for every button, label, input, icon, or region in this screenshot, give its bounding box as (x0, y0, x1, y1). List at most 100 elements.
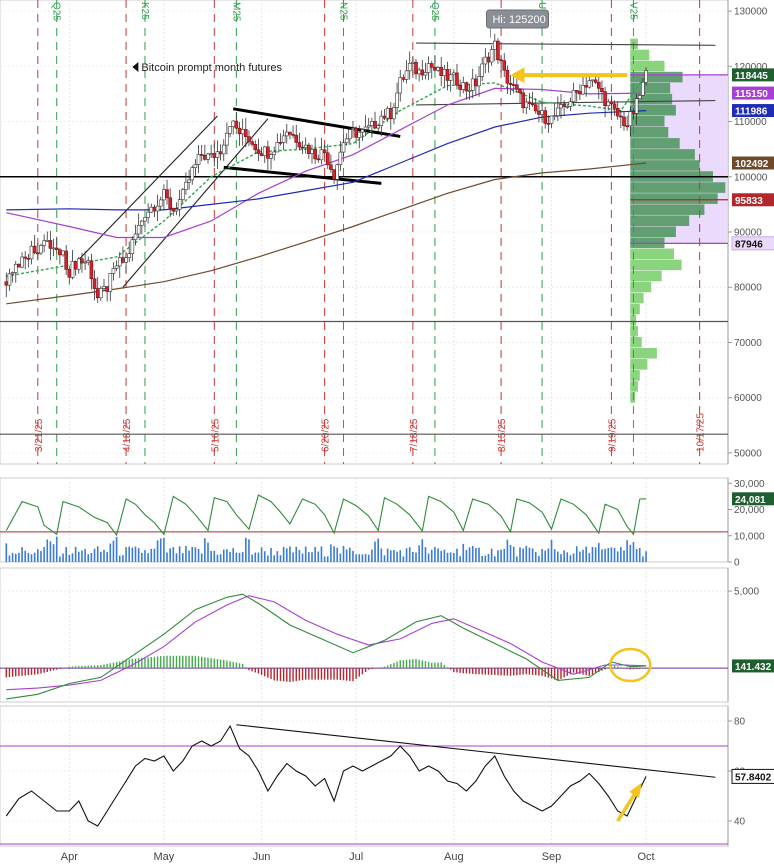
candle-body-128 (407, 63, 412, 72)
macd-hist-bar-66 (213, 658, 216, 669)
volume-bar-32 (106, 552, 108, 562)
macd-hist-bar-30 (100, 665, 102, 669)
volume-bar-98 (314, 546, 316, 562)
candle-body-118 (376, 125, 380, 129)
candle-body-48 (155, 205, 160, 212)
macd-hist-bar-158 (503, 668, 505, 676)
x-month-label-6: Oct (637, 851, 654, 863)
volume-bar-160 (509, 545, 512, 562)
volume-profile-bar-8 (630, 127, 669, 138)
candle-body-11 (39, 245, 43, 254)
volume-bar-72 (232, 548, 235, 562)
volume-profile-bar-9 (630, 138, 680, 149)
volume-bar-78 (251, 554, 253, 562)
candle-body-56 (180, 189, 185, 200)
candle-body-121 (385, 108, 390, 119)
macd-hist-bar-40 (131, 658, 134, 669)
volume-bar-65 (210, 550, 212, 562)
candle-body-115 (366, 125, 371, 128)
x-month-label-0: Apr (61, 851, 78, 863)
volume-bar-21 (71, 553, 74, 562)
candle-body-156 (496, 40, 500, 61)
volume-y-tick-label-2: 20,000 (734, 505, 765, 516)
volume-bar-161 (512, 546, 515, 562)
price-y-tick-label-6: 110000 (734, 117, 767, 128)
macd-hist-bar-103 (330, 668, 332, 680)
volume-bar-167 (531, 548, 534, 562)
macd-hist-bar-127 (405, 659, 408, 669)
candle-body-170 (540, 110, 544, 115)
candle-body-201 (637, 95, 642, 99)
volume-profile-bar-26 (630, 325, 638, 337)
volume-bar-55 (178, 546, 181, 562)
macd-hist-bar-89 (286, 668, 288, 682)
candle-body-198 (628, 111, 633, 127)
macd-hist-bar-184 (585, 668, 587, 676)
candle-body-77 (247, 136, 251, 143)
volume-bar-14 (49, 541, 52, 562)
candle-body-106 (338, 151, 343, 165)
volume-bar-77 (248, 539, 250, 562)
macd-hist-bar-181 (576, 668, 578, 674)
macd-hist-bar-169 (538, 668, 540, 676)
volume-bar-102 (326, 556, 329, 562)
candle-body-186 (590, 79, 595, 82)
candle-body-1 (7, 273, 12, 286)
price-y-tick-label-5: 100000 (734, 172, 768, 183)
volume-bar-157 (500, 549, 502, 562)
candle-body-15 (51, 247, 56, 250)
volume-bar-123 (393, 550, 395, 562)
candle-body-19 (64, 250, 68, 270)
candle-body-175 (556, 107, 560, 117)
volume-profile-bar-10 (630, 149, 695, 160)
candle-body-171 (543, 110, 548, 124)
volume-profile-bar-24 (630, 303, 640, 315)
macd-hist-bar-93 (298, 668, 301, 681)
candle-body-196 (622, 116, 626, 127)
candle-body-86 (275, 142, 280, 153)
macd-hist-bar-129 (412, 659, 414, 669)
volume-bar-156 (497, 550, 499, 562)
volume-profile-bar-30 (630, 370, 640, 381)
macd-hist-bar-144 (459, 668, 461, 673)
volume-bar-166 (528, 547, 531, 562)
volume-bar-42 (137, 548, 140, 562)
volume-bar-10 (37, 549, 39, 562)
candle-body-46 (149, 206, 154, 213)
price-tag-1-text: 115150 (735, 89, 768, 100)
volume-y-tick-label-3: 30,000 (734, 479, 765, 490)
expiry-label-3: 6/20/25 (321, 418, 332, 452)
macd-hist-bar-56 (182, 655, 184, 669)
price-y-tick-label-1: 60000 (734, 393, 762, 404)
candle-body-14 (48, 240, 53, 249)
macd-hist-bar-74 (238, 663, 241, 669)
macd-hist-bar-7 (27, 668, 30, 676)
volume-bar-41 (134, 546, 137, 562)
macd-hist-bar-190 (604, 668, 606, 670)
volume-bar-6 (24, 550, 27, 562)
volume-bar-125 (399, 550, 402, 562)
rsi-frame (0, 705, 729, 847)
macd-hist-bar-142 (453, 668, 455, 673)
candle-body-176 (559, 104, 563, 109)
macd-hist-bar-146 (465, 668, 468, 674)
candle-body-74 (237, 127, 242, 135)
price-tag-3-text: 102492 (735, 159, 769, 170)
macd-hist-bar-14 (49, 668, 52, 672)
volume-bar-56 (181, 553, 184, 562)
macd-hist-bar-99 (317, 668, 320, 680)
volume-bar-22 (74, 546, 77, 562)
macd-hist-bar-83 (267, 668, 269, 678)
macd-hist-bar-95 (304, 668, 307, 680)
macd-hist-bar-38 (125, 660, 127, 669)
candle-body-68 (218, 151, 223, 155)
candle-body-94 (300, 146, 305, 149)
volume-bar-36 (118, 555, 121, 562)
candle-body-55 (177, 199, 182, 210)
macd-hist-bar-49 (160, 656, 162, 669)
volume-bar-152 (484, 555, 487, 562)
volume-bar-8 (30, 554, 33, 562)
macd-hist-bar-32 (106, 663, 108, 669)
volume-bar-16 (55, 536, 58, 562)
candle-body-30 (99, 288, 103, 299)
